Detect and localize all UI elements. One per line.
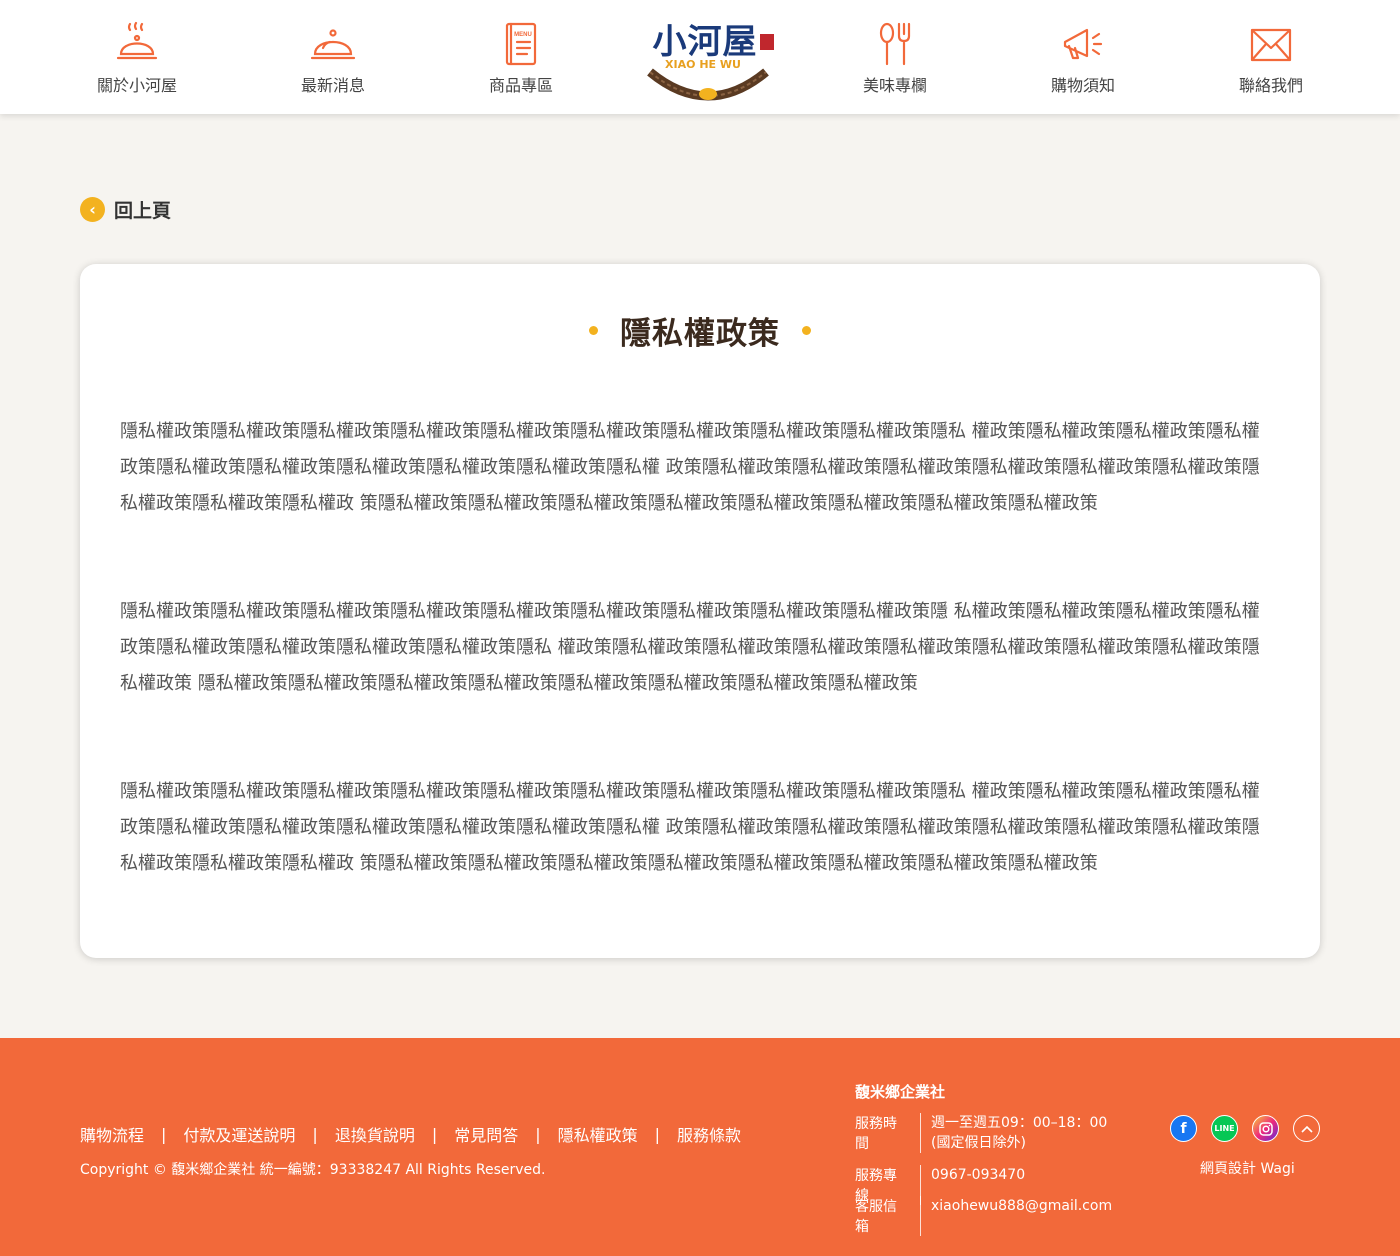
facebook-icon[interactable]: f [1170,1115,1197,1142]
footer-separator: | [431,1124,438,1144]
chevron-left-icon: ‹ [80,196,105,222]
logo-bowl-icon [647,68,769,101]
site-logo[interactable]: 小河屋 XIAO HE WU [640,10,780,106]
spoon-fork-icon [879,22,911,66]
copyright: Copyright © 馥米鄉企業社 統一編號：93338247 All Rig… [80,1162,546,1178]
info-value: 週一至週五09：00–18：00 (國定假日除外) [921,1113,1107,1153]
email-value[interactable]: xiaohewu888@gmail.com [921,1196,1112,1236]
info-hours: 服務時間 週一至週五09：00–18：00 (國定假日除外) [855,1113,1107,1153]
footer-separator: | [161,1124,167,1144]
footer-link-payment[interactable]: 付款及運送說明 [183,1122,295,1146]
back-label: 回上頁 [114,199,172,222]
footer-link-privacy[interactable]: 隱私權政策 [558,1122,638,1146]
nav-item-news[interactable]: 最新消息 [263,20,403,100]
nav-item-products[interactable]: MENU 商品專區 [451,20,591,100]
svg-text:MENU: MENU [514,32,532,38]
policy-paragraph: 隱私權政策隱私權政策隱私權政策隱私權政策隱私權政策隱私權政策隱私權政策隱私權政策… [120,421,1260,514]
site-header: 關於小河屋 最新消息 MENU 商品專區 小河屋 XIAO HE WU 美味專欄… [0,0,1400,114]
hours-value: 週一至週五09：00–18：00 [931,1115,1108,1131]
footer-link-terms[interactable]: 服務條款 [677,1122,741,1146]
page-title: 隱私權政策 [620,315,780,352]
social-links: f LINE [1170,1115,1320,1142]
hours-note: (國定假日除外) [931,1135,1026,1151]
title-dot-icon [589,325,598,335]
envelope-icon [1250,28,1292,62]
nav-label: 美味專欄 [862,76,927,95]
back-to-top-icon[interactable] [1293,1115,1320,1142]
line-icon[interactable]: LINE [1211,1115,1238,1142]
policy-paragraph: 隱私權政策隱私權政策隱私權政策隱私權政策隱私權政策隱私權政策隱私權政策隱私權政策… [120,601,1260,694]
nav-item-column[interactable]: 美味專欄 [825,20,965,100]
nav-label: 最新消息 [300,76,365,95]
nav-label: 關於小河屋 [96,76,177,95]
footer-separator: | [312,1124,318,1144]
title-wrap: 隱私權政策 [80,308,1320,352]
company-name: 馥米鄉企業社 [855,1083,946,1101]
footer-link-faq[interactable]: 常見問答 [454,1122,518,1146]
logo-title: 小河屋 [652,22,758,62]
logo-seal [760,34,774,50]
cloche-steam-icon [116,21,158,60]
footer-link-returns[interactable]: 退換貨說明 [335,1122,415,1146]
megaphone-icon [1063,28,1103,60]
nav-item-about[interactable]: 關於小河屋 [67,20,207,100]
footer-separator: | [535,1124,541,1144]
nav-label: 商品專區 [488,76,553,95]
nav-item-contact[interactable]: 聯絡我們 [1201,20,1341,100]
menu-book-icon: MENU [505,22,537,66]
footer-links: 購物流程 | 付款及運送說明 | 退換貨說明 | 常見問答 | 隱私權政策 | … [80,1122,741,1146]
site-footer: 購物流程 | 付款及運送說明 | 退換貨說明 | 常見問答 | 隱私權政策 | … [0,1038,1400,1256]
policy-paragraph: 隱私權政策隱私權政策隱私權政策隱私權政策隱私權政策隱私權政策隱私權政策隱私權政策… [120,781,1260,874]
policy-card: 隱私權政策 隱私權政策隱私權政策隱私權政策隱私權政策隱私權政策隱私權政策隱私權政… [80,264,1320,958]
instagram-icon[interactable] [1252,1115,1279,1142]
designer-credit[interactable]: 網頁設計 Wagi [1200,1158,1295,1178]
title-dot-icon [802,325,811,335]
nav-label: 購物須知 [1050,76,1115,95]
nav-item-shopping-info[interactable]: 購物須知 [1013,20,1153,100]
nav-label: 聯絡我們 [1238,76,1303,95]
info-label: 客服信箱 [855,1196,921,1236]
cloche-icon [310,29,356,60]
footer-separator: | [654,1124,661,1144]
info-email: 客服信箱 xiaohewu888@gmail.com [855,1196,1112,1236]
info-label: 服務時間 [855,1113,921,1153]
back-link[interactable]: ‹ 回上頁 [80,196,171,222]
footer-link-process[interactable]: 購物流程 [80,1122,144,1146]
